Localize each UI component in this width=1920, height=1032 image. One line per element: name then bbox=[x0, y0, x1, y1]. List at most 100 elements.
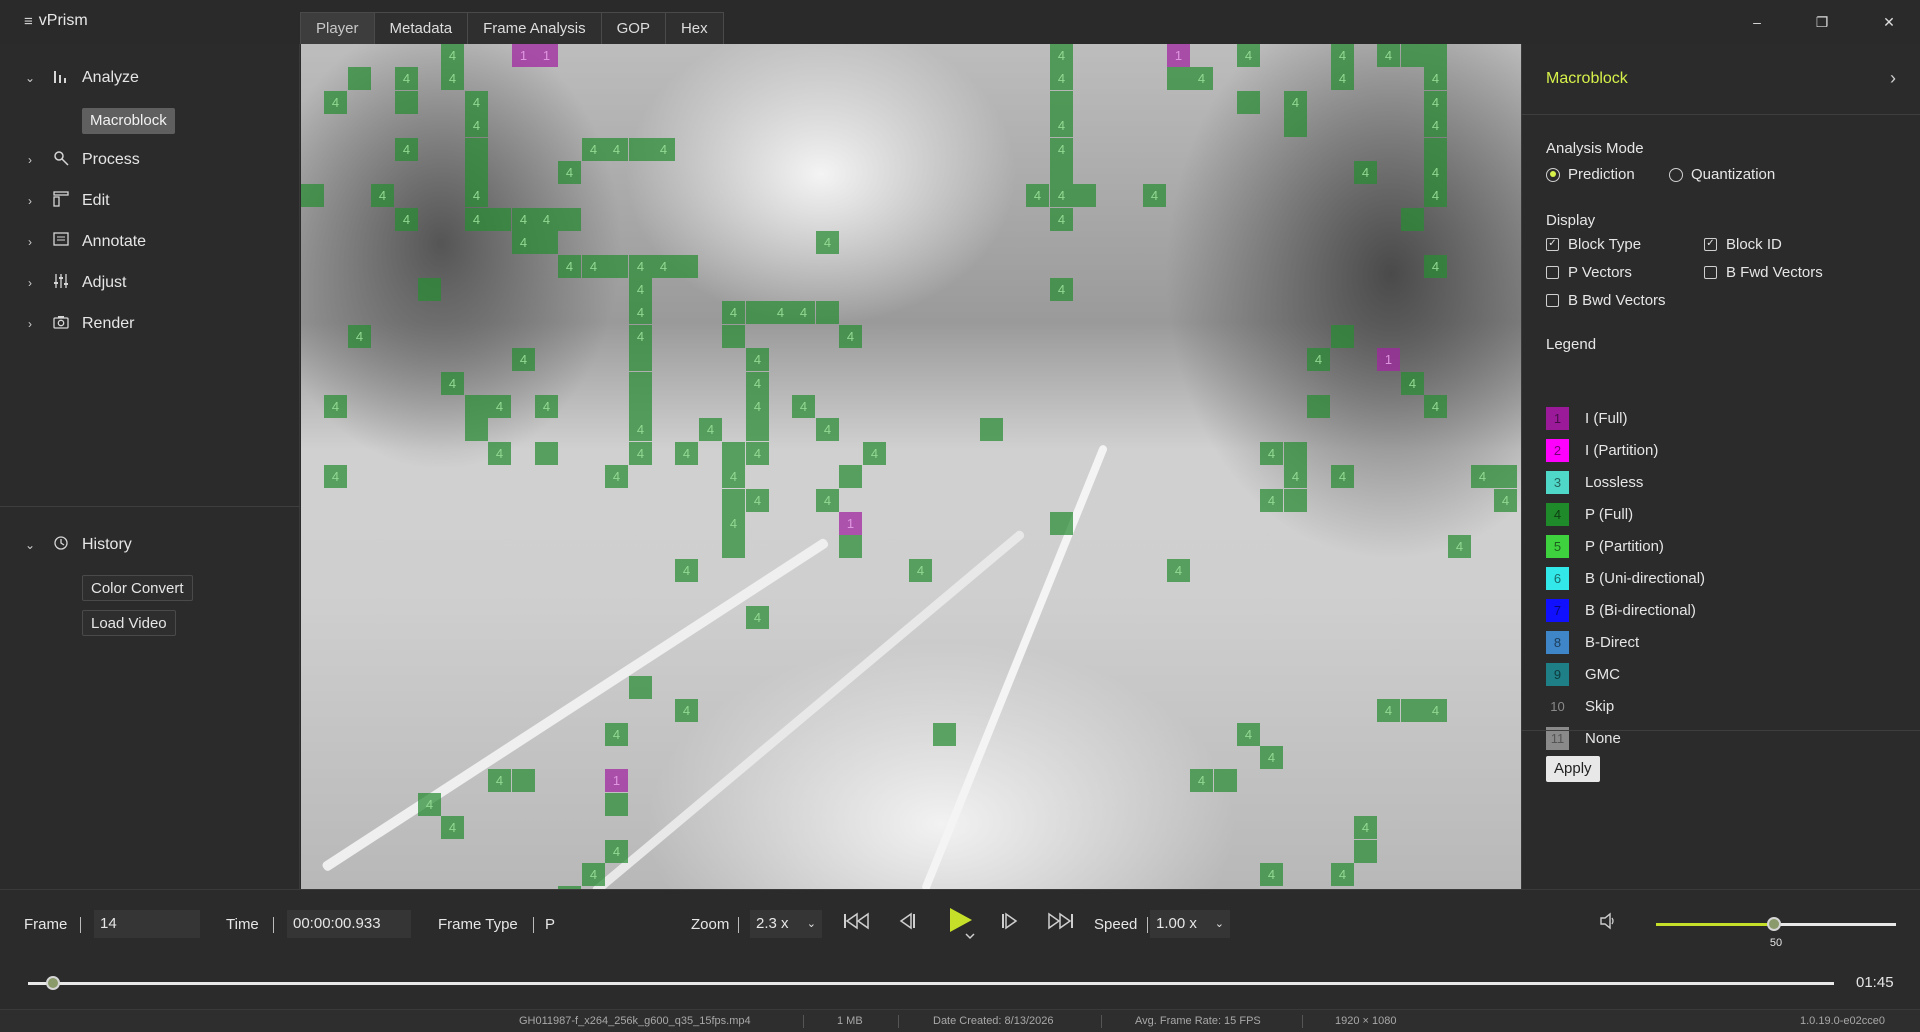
macroblock-cell: 4 bbox=[1237, 723, 1260, 746]
macroblock-cell bbox=[980, 418, 1003, 441]
checkbox-icon bbox=[1546, 294, 1559, 307]
skip-to-end-icon[interactable] bbox=[1045, 912, 1075, 935]
process-icon bbox=[48, 150, 74, 170]
macroblock-cell: 4 bbox=[465, 114, 488, 137]
tab-player[interactable]: Player bbox=[300, 12, 375, 44]
checkbox-p-vectors[interactable]: P Vectors bbox=[1546, 264, 1632, 281]
time-input[interactable]: 00:00:00.933 bbox=[287, 910, 411, 938]
macroblock-cell bbox=[488, 208, 511, 231]
volume-icon[interactable] bbox=[1596, 912, 1620, 935]
macroblock-cell: 4 bbox=[839, 325, 862, 348]
macroblock-cell: 4 bbox=[324, 395, 347, 418]
minimize-icon[interactable]: – bbox=[1737, 8, 1777, 36]
radio-prediction[interactable]: Prediction bbox=[1546, 166, 1635, 183]
seek-slider-handle[interactable] bbox=[46, 976, 61, 990]
chevron-right-icon[interactable]: › bbox=[1890, 68, 1896, 89]
macroblock-cell bbox=[1424, 138, 1447, 161]
macroblock-cell: 4 bbox=[1331, 863, 1354, 886]
step-back-icon[interactable] bbox=[896, 912, 920, 935]
seek-track[interactable] bbox=[28, 982, 1834, 985]
checkbox-b-bwd-vectors[interactable]: B Bwd Vectors bbox=[1546, 292, 1666, 309]
legend-label: P (Partition) bbox=[1585, 537, 1664, 555]
sidebar-item-analyze[interactable]: ⌄ Analyze bbox=[0, 63, 300, 93]
macroblock-cell: 4 bbox=[418, 793, 441, 816]
macroblock-cell: 4 bbox=[1424, 255, 1447, 278]
apply-button[interactable]: Apply bbox=[1546, 756, 1600, 782]
macroblock-cell: 4 bbox=[1401, 372, 1424, 395]
sidebar-item-macroblock[interactable]: Macroblock bbox=[82, 108, 175, 134]
macroblock-cell bbox=[1073, 184, 1096, 207]
macroblock-cell: 4 bbox=[441, 67, 464, 90]
frame-input[interactable]: 14 bbox=[94, 910, 200, 938]
separator bbox=[898, 1015, 899, 1028]
macroblock-cell bbox=[1494, 465, 1517, 488]
checkbox-b-fwd-vectors[interactable]: B Fwd Vectors bbox=[1704, 264, 1823, 281]
volume-slider-handle[interactable] bbox=[1767, 917, 1781, 931]
tab-hex[interactable]: Hex bbox=[664, 12, 724, 44]
tab-frame-analysis[interactable]: Frame Analysis bbox=[467, 12, 602, 44]
checkbox-block-type[interactable]: ✓ Block Type bbox=[1546, 236, 1641, 253]
restore-icon[interactable]: ❐ bbox=[1802, 8, 1842, 36]
macroblock-cell: 1 bbox=[512, 44, 535, 67]
macroblock-cell bbox=[839, 465, 862, 488]
macroblock-cell bbox=[301, 184, 324, 207]
sidebar-item-label: Edit bbox=[82, 192, 110, 209]
zoom-select[interactable]: 2.3 x ⌄ bbox=[750, 910, 822, 938]
legend-item: 1 I (Full) bbox=[1546, 406, 1628, 430]
radio-quantization[interactable]: Quantization bbox=[1669, 166, 1775, 183]
road-marking bbox=[591, 529, 1026, 889]
play-icon[interactable] bbox=[944, 906, 978, 945]
app-name: vPrism bbox=[38, 12, 88, 29]
checkbox-block-id[interactable]: ✓ Block ID bbox=[1704, 236, 1782, 253]
macroblock-cell: 1 bbox=[605, 769, 628, 792]
frame-label: Frame bbox=[24, 916, 68, 933]
hamburger-menu-icon[interactable]: ≡ bbox=[24, 13, 33, 30]
macroblock-cell: 4 bbox=[395, 67, 418, 90]
close-icon[interactable]: ✕ bbox=[1869, 8, 1909, 36]
macroblock-cell: 4 bbox=[1424, 699, 1447, 722]
sidebar-item-history[interactable]: ⌄ History bbox=[0, 530, 300, 560]
step-forward-icon[interactable] bbox=[997, 912, 1021, 935]
history-item-color-convert[interactable]: Color Convert bbox=[82, 575, 193, 601]
video-frame[interactable]: 4444444444444444444444444444444444444444… bbox=[301, 44, 1521, 889]
sidebar-item-process[interactable]: › Process bbox=[0, 145, 300, 175]
duration: 01:45 bbox=[1856, 974, 1894, 991]
legend-label: B (Bi-directional) bbox=[1585, 601, 1696, 619]
macroblock-cell bbox=[605, 255, 628, 278]
macroblock-cell bbox=[395, 91, 418, 114]
legend-swatch: 6 bbox=[1546, 566, 1569, 590]
sidebar-divider bbox=[0, 506, 300, 507]
legend-item: 5 P (Partition) bbox=[1546, 534, 1664, 558]
speed-select[interactable]: 1.00 x ⌄ bbox=[1150, 910, 1230, 938]
macroblock-cell bbox=[465, 161, 488, 184]
macroblock-cell: 4 bbox=[675, 442, 698, 465]
macroblock-cell: 4 bbox=[512, 231, 535, 254]
macroblock-cell bbox=[722, 325, 745, 348]
sidebar-item-edit[interactable]: › Edit bbox=[0, 186, 300, 216]
macroblock-cell: 4 bbox=[746, 489, 769, 512]
history-item-load-video[interactable]: Load Video bbox=[82, 610, 176, 636]
macroblock-cell: 4 bbox=[488, 442, 511, 465]
version: 1.0.19.0-e02cce0 bbox=[1800, 1015, 1886, 1027]
sidebar-item-adjust[interactable]: › Adjust bbox=[0, 268, 300, 298]
macroblock-cell bbox=[605, 793, 628, 816]
macroblock-cell: 4 bbox=[441, 372, 464, 395]
macroblock-cell bbox=[465, 418, 488, 441]
skip-to-start-icon[interactable] bbox=[842, 912, 872, 935]
sidebar-item-render[interactable]: › Render bbox=[0, 309, 300, 339]
macroblock-cell bbox=[558, 208, 581, 231]
macroblock-cell: 4 bbox=[1331, 44, 1354, 67]
macroblock-cell: 4 bbox=[792, 301, 815, 324]
legend-swatch: 3 bbox=[1546, 470, 1569, 494]
checkbox-label: B Bwd Vectors bbox=[1568, 292, 1666, 309]
macroblock-cell: 4 bbox=[1260, 746, 1283, 769]
playback-controls: Frame 14 Time 00:00:00.933 Frame Type P … bbox=[0, 889, 1920, 1009]
tab-gop[interactable]: GOP bbox=[600, 12, 666, 44]
sidebar-item-annotate[interactable]: › Annotate bbox=[0, 227, 300, 257]
macroblock-cell: 4 bbox=[558, 161, 581, 184]
macroblock-cell: 4 bbox=[675, 559, 698, 582]
macroblock-cell bbox=[1284, 489, 1307, 512]
macroblock-cell: 4 bbox=[746, 442, 769, 465]
macroblock-cell: 4 bbox=[488, 395, 511, 418]
tab-metadata[interactable]: Metadata bbox=[373, 12, 469, 44]
